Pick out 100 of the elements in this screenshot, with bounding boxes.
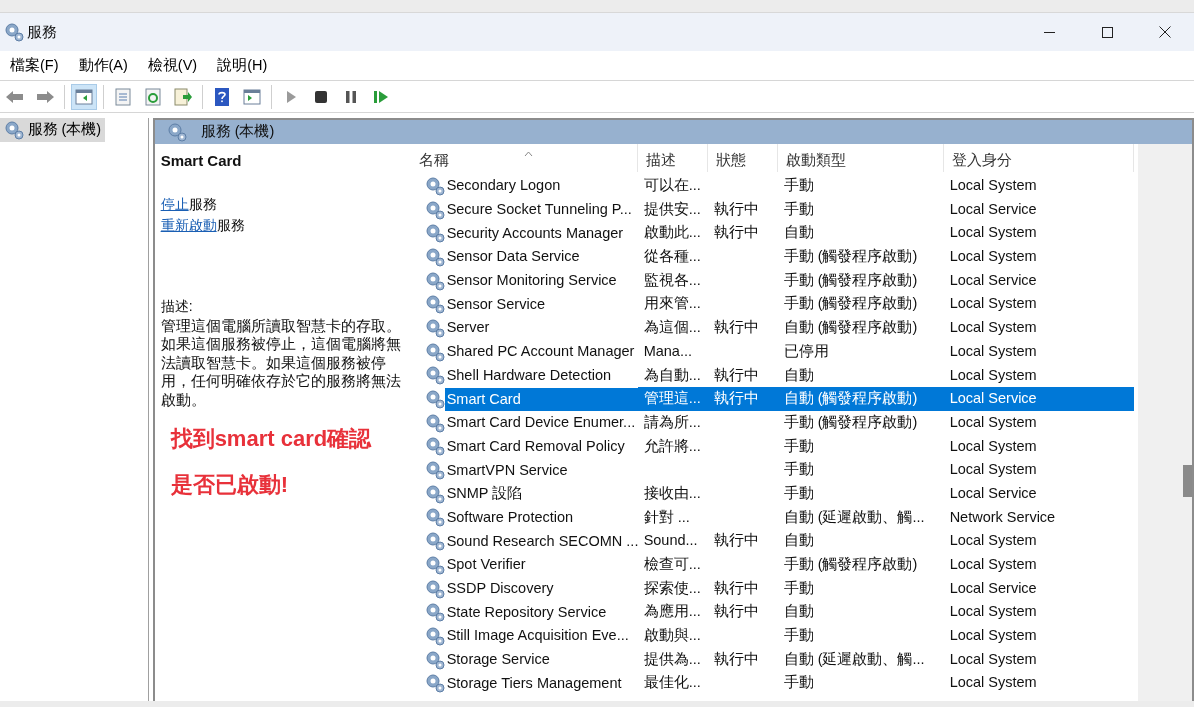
status-cell: 執行中 <box>713 603 759 620</box>
log-on-as-cell: Local System <box>949 319 1037 336</box>
log-on-as-cell: Local System <box>949 224 1037 241</box>
gear-icon <box>424 673 445 694</box>
status-cell: 執行中 <box>713 224 759 241</box>
service-name-cell-text: Software Protection <box>445 507 575 527</box>
table-row[interactable]: Security Accounts Manager 啟動此... 執行中 自動 Local System <box>410 221 1139 246</box>
service-name-cell-text: Smart Card Device Enumer... <box>445 413 637 433</box>
table-row[interactable]: SSDP Discovery 探索使... 執行中 手動 Local Service <box>410 576 1139 601</box>
gear-icon <box>424 649 445 670</box>
startup-type-cell: 自動 <box>783 366 814 383</box>
annotation-text: 找到smart card確認 <box>170 425 373 454</box>
log-on-as-cell: Local Service <box>949 484 1037 501</box>
window-title: 服務 <box>27 21 57 42</box>
table-row[interactable]: SNMP 設陷 接收由... 手動 Local Service <box>410 481 1139 506</box>
description-text: 管理這個電腦所讀取智慧卡的存取。如果這個服務被停止，這個電腦將無法讀取智慧卡。如果這個服務被停用，任何明確依存於它的服務將無法啟動。 <box>160 316 402 410</box>
log-on-as-cell: Local System <box>949 177 1037 193</box>
help-icon <box>212 86 232 107</box>
action-link[interactable]: 停止 <box>160 195 189 212</box>
startup-type-cell: 手動 <box>783 579 814 596</box>
table-row[interactable]: Server 為這個... 執行中 自動 (觸發程序啟動) Local System <box>410 316 1139 340</box>
service-name-cell-text: SSDP Discovery <box>445 579 555 599</box>
log-on-as-cell: Local System <box>949 556 1037 572</box>
gear-icon <box>3 22 24 42</box>
menu-item[interactable]: 檔案(F) <box>0 52 69 79</box>
startup-type-cell: 手動 <box>783 200 814 217</box>
description-cell: 接收由... <box>643 484 701 501</box>
table-row[interactable]: Shell Hardware Detection 為自動... 執行中 自動 Local System <box>410 363 1139 388</box>
table-row[interactable]: Secure Socket Tunneling P... 提供安... 執行中 手動 Local Service <box>410 197 1139 222</box>
service-name-cell-text: Storage Tiers Management <box>445 673 623 693</box>
menu-item[interactable]: 檢視(V) <box>137 52 208 79</box>
table-row[interactable]: Secondary Logon 可以在... 手動 Local System <box>410 174 1139 198</box>
status-cell: 執行中 <box>713 579 759 596</box>
status-cell: 執行中 <box>713 532 759 549</box>
log-on-as-cell: Local System <box>949 295 1037 312</box>
startup-type-cell: 自動 (延遲啟動、觸... <box>783 650 925 667</box>
menu-item[interactable]: 動作(A) <box>68 52 138 79</box>
tree-item[interactable]: 服務 (本機) <box>0 118 106 142</box>
log-on-as-cell: Local System <box>949 342 1037 359</box>
log-on-as-cell: Local Service <box>949 200 1037 217</box>
gear-icon <box>424 507 445 528</box>
column-header[interactable]: 狀態 <box>707 144 778 172</box>
table-row[interactable]: Storage Tiers Management 最佳化... 手動 Local System <box>410 671 1139 696</box>
table-row[interactable]: Smart Card Removal Policy 允許將... 手動 Local System <box>410 434 1139 459</box>
column-header[interactable]: 啟動類型 <box>777 144 944 172</box>
gear-icon <box>424 554 445 575</box>
description-cell: 為這個... <box>643 319 701 336</box>
service-name-cell: Smart Card <box>444 387 638 411</box>
log-on-as-cell: Local System <box>949 437 1037 454</box>
status-cell: 執行中 <box>713 650 759 667</box>
table-row[interactable]: Sensor Service 用來管... 手動 (觸發程序啟動) Local System <box>410 292 1139 317</box>
startup-type-cell: 自動 <box>783 532 814 549</box>
description-cell: 檢查可... <box>643 556 701 572</box>
table-row[interactable]: State Repository Service 為應用... 執行中 自動 Local System <box>410 600 1139 625</box>
table-row[interactable]: Still Image Acquisition Eve... 啟動與... 手動 Local System <box>410 624 1139 648</box>
description-cell: Sound... <box>643 532 698 549</box>
action-link[interactable]: 重新啟動 <box>160 216 217 233</box>
description-cell: 最佳化... <box>643 674 701 691</box>
service-name-cell-text: Security Accounts Manager <box>445 223 625 243</box>
column-header[interactable]: 描述 <box>637 144 708 172</box>
description-cell: 請為所... <box>643 413 701 430</box>
panel-icon <box>74 86 94 107</box>
log-on-as-cell: Local System <box>949 650 1037 667</box>
menu-item[interactable]: 說明(H) <box>207 52 278 79</box>
log-on-as-cell: Local System <box>949 603 1037 620</box>
startup-type-cell: 手動 (觸發程序啟動) <box>783 556 918 572</box>
column-header[interactable]: 名稱 <box>410 144 638 172</box>
description-cell: 提供為... <box>643 650 701 667</box>
description-cell: 從各種... <box>643 248 701 265</box>
table-row[interactable]: Smart Card 管理這... 執行中 自動 (觸發程序啟動) Local Service <box>410 387 1139 411</box>
log-on-as-cell: Local System <box>949 532 1037 549</box>
column-header[interactable]: 登入身分 <box>943 144 1134 172</box>
gear-icon <box>4 119 24 140</box>
log-on-as-cell: Local System <box>949 366 1037 383</box>
service-name-cell-text: SNMP 設陷 <box>445 484 524 504</box>
document-icon <box>113 86 133 107</box>
table-row[interactable]: Shared PC Account Manager Mana... 已停用 Local System <box>410 339 1139 364</box>
maximize-icon <box>1101 26 1113 38</box>
service-name: Smart Card <box>160 151 243 171</box>
status-cell: 執行中 <box>713 319 759 336</box>
scrollbar-thumb[interactable] <box>1183 465 1192 497</box>
table-row[interactable]: Smart Card Device Enumer... 請為所... 手動 (觸發程序啟動) Local System <box>410 410 1139 435</box>
table-row[interactable]: Sensor Monitoring Service 監視各... 手動 (觸發程序啟動) Local Service <box>410 268 1139 293</box>
startup-type-cell: 手動 (觸發程序啟動) <box>783 248 918 265</box>
status-cell: 執行中 <box>713 366 759 383</box>
description-cell: 管理這... <box>643 390 701 407</box>
table-row[interactable]: Spot Verifier 檢查可... 手動 (觸發程序啟動) Local System <box>410 553 1139 577</box>
gear-icon <box>424 602 445 623</box>
table-row[interactable]: SmartVPN Service 手動 Local System <box>410 458 1139 482</box>
service-name-cell-text: Sensor Data Service <box>445 247 581 267</box>
table-row[interactable]: Sound Research SECOMN ... Sound... 執行中 自動 Local System <box>410 529 1139 553</box>
table-row[interactable]: Sensor Data Service 從各種... 手動 (觸發程序啟動) Local System <box>410 245 1139 269</box>
log-on-as-cell: Local System <box>949 627 1037 644</box>
gear-icon <box>424 317 445 338</box>
annotation-text: 是否已啟動! <box>170 471 289 500</box>
table-row[interactable]: Software Protection 針對 ... 自動 (延遲啟動、觸... Network Service <box>410 505 1139 530</box>
table-row[interactable]: Storage Service 提供為... 執行中 自動 (延遲啟動、觸... Local System <box>410 647 1139 672</box>
service-name-cell-text: Smart Card Removal Policy <box>445 436 626 456</box>
log-on-as-cell: Local Service <box>949 579 1037 596</box>
scrollbar[interactable] <box>1138 144 1192 701</box>
